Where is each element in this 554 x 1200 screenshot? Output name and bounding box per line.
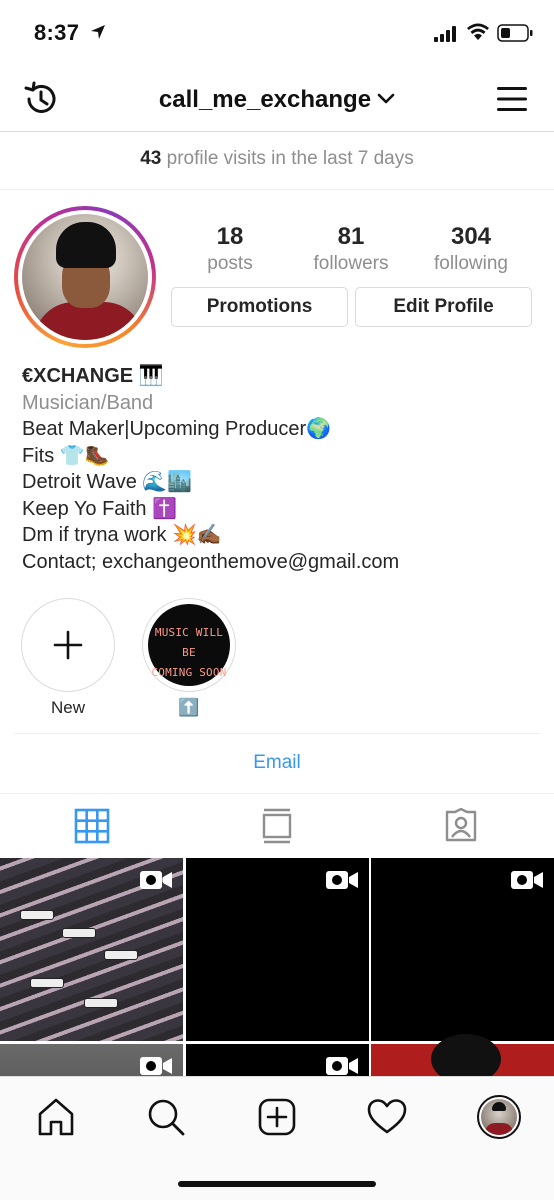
activity-heart-icon[interactable] (367, 1097, 407, 1137)
location-arrow-icon (91, 25, 105, 39)
display-name: €XCHANGE 🎹 (22, 365, 164, 387)
highlight-new-circle[interactable] (21, 598, 115, 692)
chevron-down-icon (377, 93, 395, 103)
highlight-new[interactable]: New (20, 598, 116, 718)
promotions-button[interactable]: Promotions (171, 287, 348, 327)
wifi-icon (467, 23, 489, 40)
fader-knob (30, 978, 64, 988)
profile-tab-avatar[interactable] (477, 1095, 521, 1139)
following-count[interactable]: 304 following (416, 223, 526, 275)
battery-icon (497, 24, 533, 42)
search-icon[interactable] (146, 1097, 186, 1137)
profile-tab-photo (481, 1099, 517, 1135)
posts-count[interactable]: 18 posts (175, 223, 285, 275)
avatar-photo (22, 214, 148, 340)
grid-post[interactable] (371, 1034, 554, 1076)
highlight-music-circle[interactable]: MUSIC WILL BE COMING SOON (142, 598, 236, 692)
email-label: Email (253, 752, 301, 773)
grid-post[interactable] (186, 1044, 369, 1076)
video-icon (511, 871, 543, 889)
add-post-icon[interactable] (257, 1097, 297, 1137)
stat-value: 18 (216, 223, 244, 250)
plus-icon (53, 630, 83, 660)
menu-icon[interactable] (496, 83, 528, 115)
avatar-inner (18, 210, 152, 344)
profile-avatar[interactable] (14, 206, 156, 348)
stat-label: followers (313, 253, 389, 274)
profile-tabs (0, 793, 554, 857)
grid-icon[interactable] (74, 808, 110, 844)
art-silhouette (431, 1034, 501, 1076)
stat-value: 304 (450, 223, 492, 250)
posts-grid (0, 858, 554, 1076)
video-icon (140, 871, 172, 889)
cellular-signal-icon (434, 26, 456, 42)
profile-visits-insight[interactable]: 43 profile visits in the last 7 days (0, 132, 554, 190)
fader-knob (20, 910, 54, 920)
grid-post[interactable] (371, 858, 554, 1041)
highlight-cover-line: MUSIC WILL BE (154, 626, 224, 659)
avatar-hat (492, 1102, 506, 1111)
edit-profile-button[interactable]: Edit Profile (355, 287, 532, 327)
igtv-icon[interactable] (259, 808, 295, 844)
home-indicator (178, 1181, 376, 1187)
account-switcher[interactable]: call_me_exchange (0, 86, 554, 114)
stat-label: posts (207, 253, 253, 274)
video-icon (140, 1057, 172, 1075)
video-icon (326, 871, 358, 889)
grid-post[interactable] (0, 1044, 183, 1076)
profile-header: call_me_exchange (0, 66, 554, 132)
fader-knob (104, 950, 138, 960)
status-time: 8:37 (34, 20, 80, 45)
bio-contact[interactable]: Contact; exchangeonthemove@gmail.com (22, 549, 542, 576)
grid-post[interactable] (0, 858, 183, 1041)
highlight-label: ⬆️ (178, 698, 200, 717)
visits-text: profile visits in the last 7 days (166, 148, 414, 169)
highlight-label: New (50, 698, 85, 717)
bio-line: Dm if tryna work 💥✍🏾 (22, 524, 222, 546)
highlight-music[interactable]: MUSIC WILL BE COMING SOON ⬆️ (141, 598, 237, 718)
avatar-shirt (485, 1123, 513, 1135)
visits-count: 43 (140, 148, 162, 169)
highlight-cover: MUSIC WILL BE COMING SOON (148, 604, 230, 686)
tagged-icon[interactable] (443, 808, 479, 844)
email-button[interactable]: Email (14, 733, 540, 793)
grid-post[interactable] (186, 858, 369, 1041)
category-label: Musician/Band (22, 391, 154, 414)
highlight-cover-line: COMING SOON (151, 666, 227, 679)
fader-knob (62, 928, 96, 938)
bio-line: Fits 👕🥾 (22, 444, 110, 467)
bio-line: Keep Yo Faith ✝️ (22, 497, 178, 520)
stat-label: following (434, 253, 508, 274)
home-icon[interactable] (36, 1097, 76, 1137)
followers-count[interactable]: 81 followers (296, 223, 406, 275)
video-icon (326, 1057, 358, 1075)
bio-line: Detroit Wave 🌊🏙️ (22, 471, 193, 493)
fader-knob (84, 998, 118, 1008)
bio-line: Beat Maker|Upcoming Producer🌍 (22, 418, 332, 440)
profile-bio: €XCHANGE 🎹 Musician/Band Beat Maker|Upco… (22, 363, 542, 575)
stat-value: 81 (337, 223, 365, 250)
status-bar: 8:37 (0, 0, 554, 66)
username-title: call_me_exchange (158, 86, 372, 113)
avatar-hat (56, 222, 116, 268)
